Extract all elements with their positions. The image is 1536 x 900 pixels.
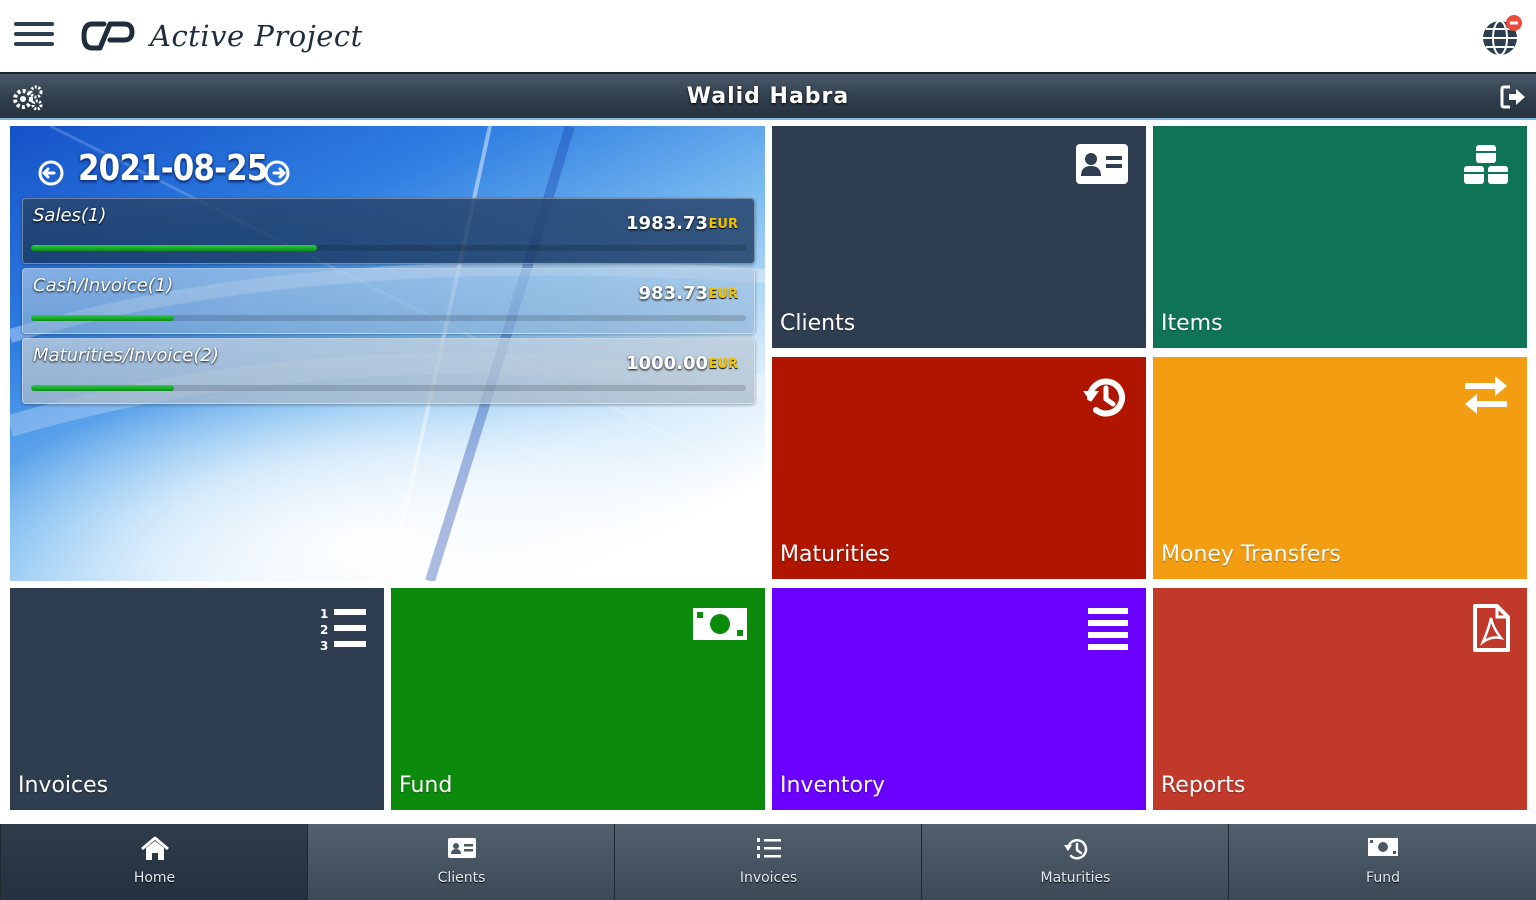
svg-text:2: 2 (320, 623, 328, 637)
tile-maturities[interactable]: Maturities (772, 357, 1146, 579)
stat-row-sales[interactable]: Sales(1) 1983.73 EUR (22, 198, 755, 264)
progress-track (31, 245, 746, 251)
stat-currency: EUR (708, 357, 738, 372)
previous-date-arrow-icon[interactable] (36, 158, 66, 188)
language-globe-icon[interactable] (1478, 12, 1526, 60)
nav-item-maturities[interactable]: Maturities (921, 824, 1229, 900)
progress-fill (31, 315, 174, 321)
ordered-list-icon: 1 2 3 (320, 607, 366, 652)
tile-fund[interactable]: Fund (391, 588, 765, 810)
stat-label: Maturities/Invoice(2) (33, 345, 219, 366)
daily-summary-panel: 2021-08-25 Sales(1) 1983.73 EUR Cash/Inv… (10, 126, 765, 581)
progress-track (31, 385, 746, 391)
history-icon (1063, 839, 1087, 860)
tile-label: Reports (1161, 773, 1246, 798)
tile-inventory[interactable]: Inventory (772, 588, 1146, 810)
tile-label: Inventory (780, 773, 886, 798)
nav-label: Clients (437, 870, 486, 886)
tile-label: Items (1161, 311, 1223, 336)
pdf-file-icon (1473, 604, 1510, 652)
nav-item-home[interactable]: Home (0, 824, 308, 900)
brand-logo (81, 21, 135, 51)
history-icon (1083, 378, 1125, 417)
nav-label: Invoices (739, 870, 798, 886)
tile-label: Maturities (780, 542, 890, 567)
home-icon (140, 836, 169, 860)
stat-label: Cash/Invoice(1) (33, 275, 174, 296)
stat-value: 983.73 (638, 283, 708, 304)
nav-label: Home (133, 870, 176, 886)
stat-currency: EUR (708, 287, 738, 302)
logout-icon[interactable] (1500, 84, 1528, 110)
tile-invoices[interactable]: 1 2 3 Invoices (10, 588, 384, 810)
stat-row-cash-invoice[interactable]: Cash/Invoice(1) 983.73 EUR (22, 268, 755, 334)
nav-item-clients[interactable]: Clients (307, 824, 615, 900)
next-date-arrow-icon[interactable] (262, 158, 292, 188)
tile-items[interactable]: Items (1153, 126, 1527, 348)
tile-money-transfers[interactable]: Money Transfers (1153, 357, 1527, 579)
nav-item-invoices[interactable]: Invoices (614, 824, 922, 900)
tile-reports[interactable]: Reports (1153, 588, 1527, 810)
nav-label: Maturities (1040, 870, 1111, 886)
progress-fill (31, 385, 174, 391)
svg-text:1: 1 (320, 607, 328, 621)
money-icon (693, 608, 747, 640)
brand-name: Active Project (150, 19, 363, 53)
user-name: Walid Habra (686, 84, 850, 109)
progress-fill (31, 245, 317, 251)
current-date: 2021-08-25 (78, 148, 268, 189)
stat-label: Sales(1) (33, 205, 107, 226)
top-bar: Active Project (0, 0, 1536, 72)
tile-clients[interactable]: Clients (772, 126, 1146, 348)
stat-row-maturities-invoice[interactable]: Maturities/Invoice(2) 1000.00 EUR (22, 338, 755, 404)
tile-label: Invoices (18, 773, 109, 798)
money-icon (1368, 838, 1398, 856)
progress-track (31, 315, 746, 321)
user-bar: Walid Habra (0, 72, 1536, 120)
cubes-icon (1464, 145, 1508, 184)
id-card-icon (1076, 144, 1128, 184)
bars-icon (1088, 608, 1128, 650)
nav-item-fund[interactable]: Fund (1228, 824, 1536, 900)
stat-currency: EUR (708, 217, 738, 232)
menu-icon[interactable] (14, 18, 54, 54)
tile-label: Fund (399, 773, 453, 798)
stat-value: 1000.00 (626, 353, 708, 374)
nav-label: Fund (1366, 870, 1400, 886)
list-icon (756, 838, 781, 858)
exchange-icon (1465, 376, 1507, 414)
svg-text:3: 3 (320, 639, 328, 652)
tile-label: Clients (780, 311, 856, 336)
id-card-icon (447, 838, 476, 858)
tile-label: Money Transfers (1161, 542, 1341, 567)
stat-value: 1983.73 (626, 213, 708, 234)
bottom-navigation: Home Clients Invoices Maturities Fund (0, 824, 1536, 900)
